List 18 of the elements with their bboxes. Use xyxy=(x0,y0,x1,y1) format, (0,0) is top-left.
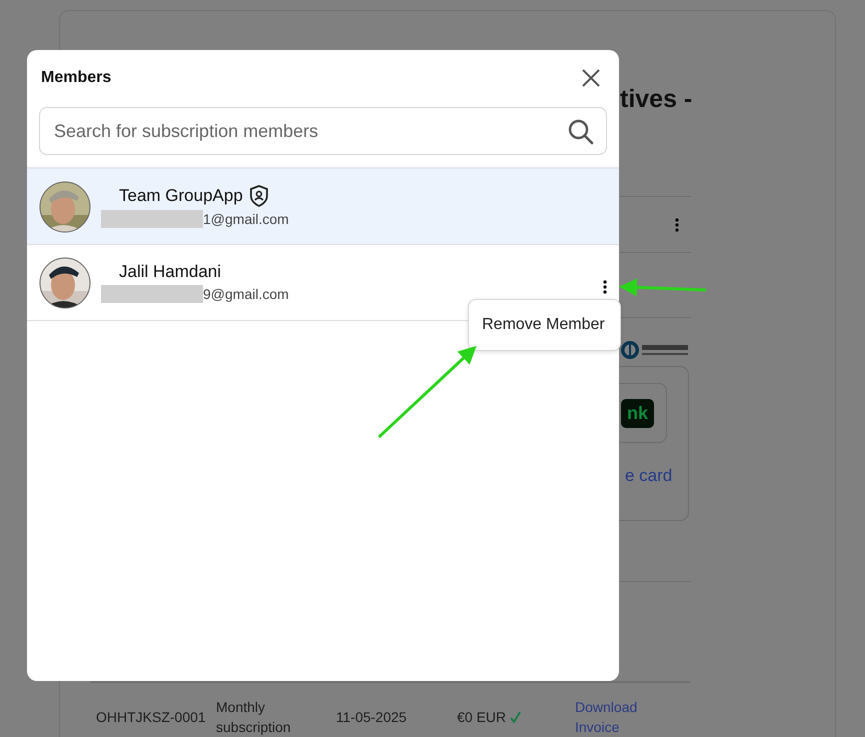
card-brand-logo xyxy=(620,340,690,360)
search-field[interactable]: Search for subscription members xyxy=(39,107,607,155)
table-cell-text: €0 EUR xyxy=(457,708,506,727)
member-row[interactable]: Team GroupApp 1@gmail.com xyxy=(27,169,619,245)
close-icon[interactable] xyxy=(582,69,600,87)
dialog-title: Members xyxy=(41,69,112,87)
more-icon[interactable] xyxy=(603,280,607,294)
table-cell-text: 11-05-2025 xyxy=(335,708,408,727)
search-icon xyxy=(568,119,594,145)
table-cell-text: Monthly subscription xyxy=(215,698,292,737)
member-name: Team GroupApp xyxy=(119,186,243,206)
page-heading: tives - xyxy=(620,85,692,114)
payment-badge: nk xyxy=(620,398,654,428)
member-name: Jalil Hamdani xyxy=(119,262,222,282)
member-email: 1@gmail.com xyxy=(203,211,289,227)
table-cell-text: OHHTJKSZ-0001 xyxy=(95,708,207,727)
menu-item[interactable]: Remove Member xyxy=(469,300,620,350)
member-email: 9@gmail.com xyxy=(203,286,289,302)
